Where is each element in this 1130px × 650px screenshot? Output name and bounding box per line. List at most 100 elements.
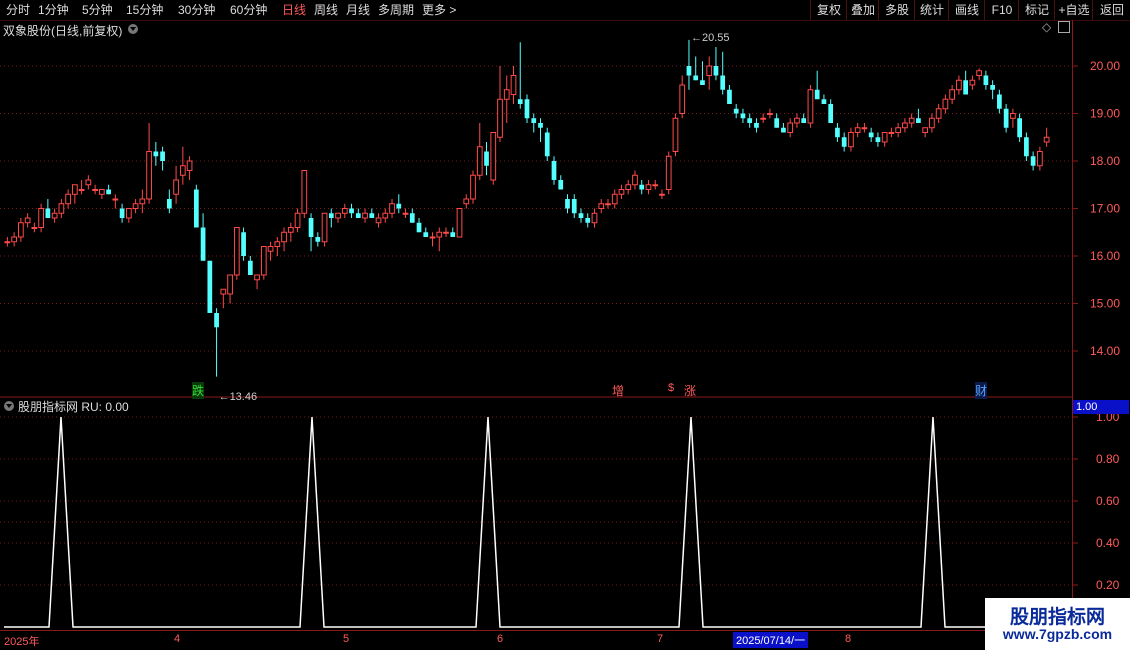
date-label-aug: 8 <box>845 633 852 645</box>
price-tick-label: 20.00 <box>1090 59 1120 73</box>
candle-body-up <box>794 117 800 124</box>
candle-body-up <box>929 117 935 129</box>
candle-body-up <box>1010 113 1016 119</box>
candle-body-up <box>895 127 902 133</box>
candle-body-down <box>713 66 719 76</box>
date-label-year: 2025年 <box>4 636 40 648</box>
watermark-url: www.7gpzb.com <box>1002 626 1113 642</box>
candle-body-up <box>888 132 895 134</box>
candle-body-down <box>349 208 354 214</box>
candle-body-up <box>497 98 503 138</box>
candle-body-down <box>524 99 530 119</box>
candle-body-down <box>1030 156 1036 166</box>
event-marker-die[interactable]: 跌 <box>192 382 205 399</box>
candle-body-down <box>686 66 692 76</box>
candle-body-up <box>470 174 476 200</box>
indicator-tick-label: 0.60 <box>1096 494 1120 508</box>
candle-body-up <box>463 198 470 205</box>
candle-body-down <box>193 189 199 228</box>
indicator-tick-labels: 1.000.800.600.400.20 <box>1096 410 1120 592</box>
candle-body-up <box>510 75 517 95</box>
candle-body-down <box>835 127 840 138</box>
candle-body-down <box>153 151 159 157</box>
candle-body-down <box>875 137 881 142</box>
candle-body-up <box>38 208 44 228</box>
candle-body-up <box>706 65 713 76</box>
candle-body-up <box>24 217 31 224</box>
candle-body-down <box>544 132 550 157</box>
candle-body-down <box>700 80 705 85</box>
candle-body-down <box>565 199 570 209</box>
candle-body-down <box>214 313 219 328</box>
candle-body-down <box>801 118 807 123</box>
candle-body-down <box>571 199 577 214</box>
candle-body-up <box>908 117 915 124</box>
candle-body-down <box>1003 108 1009 128</box>
date-label-jul: 7 <box>657 633 664 645</box>
candle-body-up <box>672 117 679 152</box>
candle-body-up <box>321 212 328 243</box>
candle-body-up <box>287 227 294 233</box>
indicator-tick-label: 0.40 <box>1096 536 1120 550</box>
candle-body-down <box>106 189 111 195</box>
indicator-chevron-icon[interactable] <box>4 401 14 411</box>
event-marker-zhang[interactable]: 涨 <box>684 382 696 399</box>
candle-body-up <box>254 274 260 281</box>
candle-body-up <box>861 127 868 130</box>
event-marker-zeng[interactable]: 增 <box>612 382 624 399</box>
candle-body-down <box>774 118 780 128</box>
candle-body-down <box>45 208 51 218</box>
low-price-label: ←13.46 <box>218 390 258 403</box>
candle-body-up <box>618 189 625 195</box>
price-tick-label: 14.00 <box>1090 344 1120 358</box>
candle-body-up <box>787 122 794 133</box>
candle-body-up <box>443 231 449 234</box>
candle-body-up <box>598 203 605 209</box>
candle-body-down <box>484 151 489 166</box>
candle-body-up <box>220 288 227 295</box>
candle-body-down <box>517 99 523 104</box>
candle-body-up <box>274 241 281 247</box>
candle-body-up <box>976 70 983 76</box>
candle-body-up <box>902 122 908 129</box>
candle-body-up <box>1043 136 1050 143</box>
candle-body-down <box>241 232 246 256</box>
candle-body-up <box>679 84 686 114</box>
candle-body-down <box>200 227 206 261</box>
candle-body-down <box>538 123 543 128</box>
candle-body-up <box>112 198 119 201</box>
chart-canvas: 20.0019.0018.0017.0016.0015.0014.00 1.00… <box>0 39 1120 628</box>
candle-body-up <box>335 212 341 219</box>
candle-body-up <box>935 108 942 119</box>
candle-body-down <box>450 232 456 237</box>
candle-body-up <box>4 241 11 244</box>
ru-series-line <box>4 416 985 628</box>
price-tick-label: 16.00 <box>1090 249 1120 263</box>
event-marker-dollar[interactable]: $ <box>668 382 674 394</box>
candle-body-up <box>375 217 382 224</box>
candle-body-down <box>747 118 753 123</box>
candle-body-up <box>652 184 659 187</box>
candle-body-up <box>132 203 139 209</box>
candle-body-down <box>423 232 429 237</box>
candle-body-down <box>1024 137 1029 157</box>
candle-body-up <box>456 208 463 238</box>
watermark-title: 股朋指标网 <box>1009 607 1105 628</box>
candle-body-down <box>531 118 537 123</box>
candle-body-up <box>956 79 962 91</box>
candle-body-down <box>828 104 834 123</box>
candle-body-down <box>754 123 759 128</box>
candle-body-up <box>611 193 618 205</box>
candle-body-up <box>969 79 976 86</box>
candle-body-down <box>396 203 402 209</box>
candle-body-up <box>382 212 389 219</box>
candle-body-up <box>922 127 929 133</box>
candle-body-up <box>760 117 767 120</box>
candle-body-up <box>625 184 632 190</box>
candle-body-up <box>807 89 814 124</box>
candle-body-down <box>166 199 172 209</box>
candle-body-up <box>341 208 348 214</box>
candle-body-up <box>92 189 98 191</box>
event-marker-cai[interactable]: 财 <box>975 382 988 399</box>
candle-body-up <box>146 151 152 200</box>
